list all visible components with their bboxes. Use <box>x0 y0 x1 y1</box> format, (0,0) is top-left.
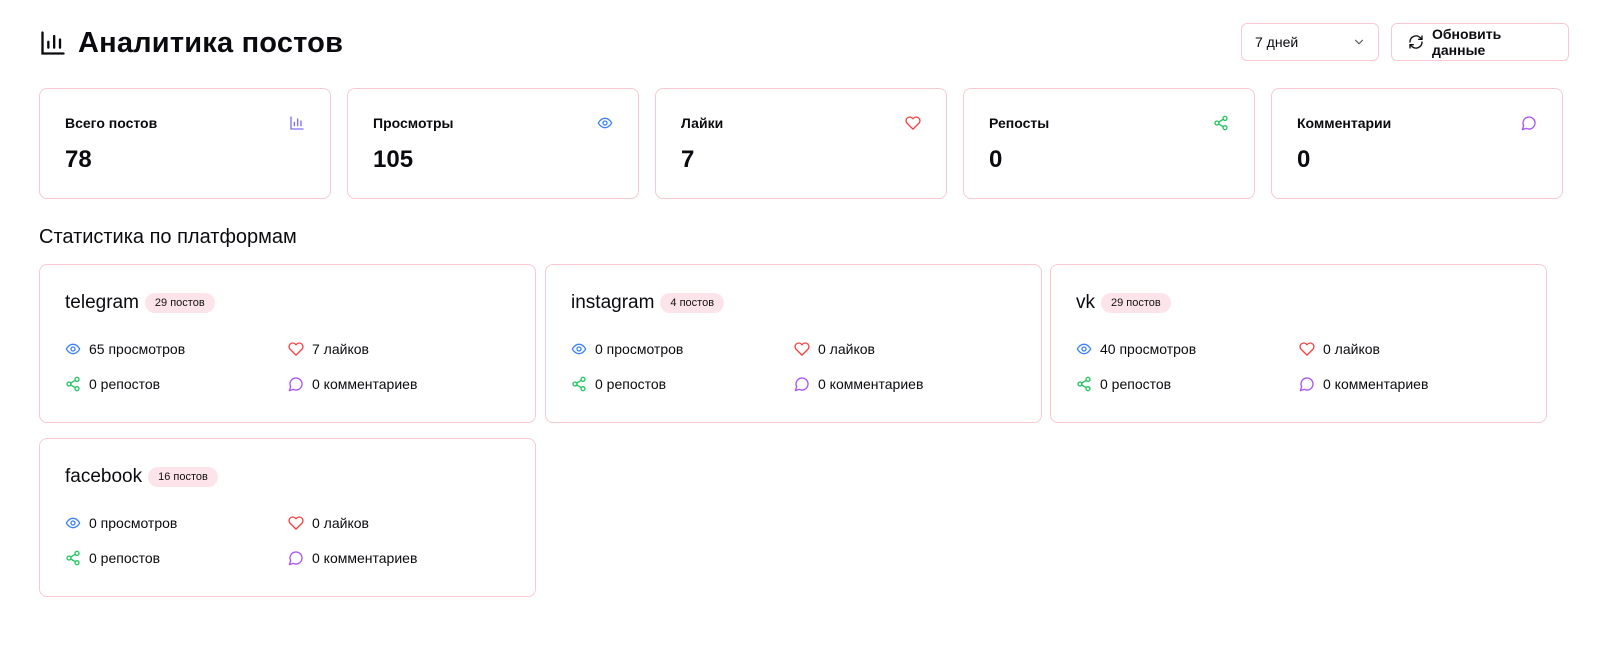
stat-card-likes: Лайки 7 <box>655 88 947 199</box>
title-wrap: Аналитика постов <box>39 23 343 63</box>
metric-views-text: 0 просмотров <box>595 341 684 357</box>
posts-count-badge: 4 постов <box>660 293 725 313</box>
metric-views: 0 просмотров <box>65 515 177 531</box>
stat-label: Репосты <box>989 115 1050 131</box>
stat-value: 7 <box>681 146 695 173</box>
metric-likes-text: 0 лайков <box>1323 341 1380 357</box>
stat-value: 0 <box>989 146 1003 173</box>
stat-value: 105 <box>373 146 414 173</box>
posts-count-badge: 29 постов <box>144 293 215 313</box>
page-title: Аналитика постов <box>78 26 344 59</box>
page-header: Аналитика постов 7 дней Обновить данные <box>39 23 1569 63</box>
refresh-button-label: Обновить данные <box>1432 26 1502 58</box>
stat-label: Всего постов <box>65 115 158 131</box>
stat-label: Комментарии <box>1297 115 1392 131</box>
platform-header: instagram 4 постов <box>571 292 725 314</box>
metric-reposts-text: 0 репостов <box>1100 376 1172 392</box>
refresh-icon <box>1408 34 1432 50</box>
posts-count-badge: 16 постов <box>148 467 218 487</box>
metric-reposts: 0 репостов <box>65 550 160 566</box>
eye-icon <box>65 515 81 531</box>
metric-reposts-text: 0 репостов <box>595 376 667 392</box>
metric-comments: 0 комментариев <box>794 376 923 392</box>
platform-header: telegram 29 постов <box>65 292 215 314</box>
message-icon <box>1299 376 1315 392</box>
share-icon <box>65 550 81 566</box>
message-icon <box>288 376 304 392</box>
share-icon <box>65 376 81 392</box>
metric-comments: 0 комментариев <box>1299 376 1428 392</box>
metric-comments-text: 0 комментариев <box>312 376 418 392</box>
eye-icon <box>597 115 613 131</box>
platform-name: facebook <box>65 466 143 487</box>
platform-header: facebook 16 постов <box>65 466 218 488</box>
bar-chart-icon <box>289 115 305 131</box>
stat-card-comments: Комментарии 0 <box>1271 88 1563 199</box>
message-icon <box>288 550 304 566</box>
metric-likes-text: 7 лайков <box>312 341 369 357</box>
header-controls: 7 дней Обновить данные <box>1241 23 1569 61</box>
stat-value: 78 <box>65 146 92 173</box>
metric-views: 65 просмотров <box>65 341 185 357</box>
metric-reposts-text: 0 репостов <box>89 550 161 566</box>
metric-likes-text: 0 лайков <box>312 515 369 531</box>
metric-views: 40 просмотров <box>1076 341 1196 357</box>
platform-name: vk <box>1076 292 1095 313</box>
metric-views-text: 0 просмотров <box>89 515 178 531</box>
stats-row: Всего постов 78 Просмотры 105 Лайки 7 Ре… <box>39 88 1563 199</box>
eye-icon <box>1076 341 1092 357</box>
share-icon <box>1213 115 1229 131</box>
metric-comments-text: 0 комментариев <box>312 550 418 566</box>
message-icon <box>1521 115 1537 131</box>
heart-icon <box>905 115 921 131</box>
heart-icon <box>794 341 810 357</box>
metric-likes: 0 лайков <box>288 515 369 531</box>
stat-value: 0 <box>1297 146 1311 173</box>
metric-comments-text: 0 комментариев <box>818 376 924 392</box>
period-select-value: 7 дней <box>1255 34 1299 50</box>
chevron-down-icon <box>1352 35 1366 49</box>
metric-reposts: 0 репостов <box>65 376 160 392</box>
metric-likes: 0 лайков <box>794 341 875 357</box>
section-title: Статистика по платформам <box>39 226 297 248</box>
stat-card-total-posts: Всего постов 78 <box>39 88 331 199</box>
period-select[interactable]: 7 дней <box>1241 23 1379 61</box>
metric-comments-text: 0 комментариев <box>1323 376 1429 392</box>
stat-label: Просмотры <box>373 115 454 131</box>
platform-header: vk 29 постов <box>1076 292 1171 314</box>
bar-chart-icon <box>39 29 67 57</box>
heart-icon <box>1299 341 1315 357</box>
metric-likes-text: 0 лайков <box>818 341 875 357</box>
metric-likes: 0 лайков <box>1299 341 1380 357</box>
heart-icon <box>288 515 304 531</box>
refresh-button[interactable]: Обновить данные <box>1391 23 1569 61</box>
metric-comments: 0 комментариев <box>288 376 417 392</box>
metric-likes: 7 лайков <box>288 341 369 357</box>
platform-card-instagram: instagram 4 постов 0 просмотров 0 лайков 0 р… <box>545 264 1042 423</box>
platform-name: instagram <box>571 292 655 313</box>
platform-card-facebook: facebook 16 постов 0 просмотров 0 лайков 0 р… <box>39 438 536 597</box>
metric-reposts-text: 0 репостов <box>89 376 161 392</box>
stat-card-views: Просмотры 105 <box>347 88 639 199</box>
heart-icon <box>288 341 304 357</box>
metric-reposts: 0 репостов <box>571 376 666 392</box>
platform-name: telegram <box>65 292 139 313</box>
share-icon <box>1076 376 1092 392</box>
share-icon <box>571 376 587 392</box>
posts-count-badge: 29 постов <box>1101 293 1171 313</box>
platform-card-telegram: telegram 29 постов 65 просмотров 7 лайков 0 … <box>39 264 536 423</box>
message-icon <box>794 376 810 392</box>
metric-views-text: 40 просмотров <box>1100 341 1197 357</box>
metric-views-text: 65 просмотров <box>89 341 186 357</box>
metric-comments: 0 комментариев <box>288 550 417 566</box>
stat-label: Лайки <box>681 115 724 131</box>
eye-icon <box>571 341 587 357</box>
eye-icon <box>65 341 81 357</box>
stat-card-reposts: Репосты 0 <box>963 88 1255 199</box>
metric-reposts: 0 репостов <box>1076 376 1171 392</box>
metric-views: 0 просмотров <box>571 341 683 357</box>
platform-card-vk: vk 29 постов 40 просмотров 0 лайков 0 репост… <box>1050 264 1547 423</box>
